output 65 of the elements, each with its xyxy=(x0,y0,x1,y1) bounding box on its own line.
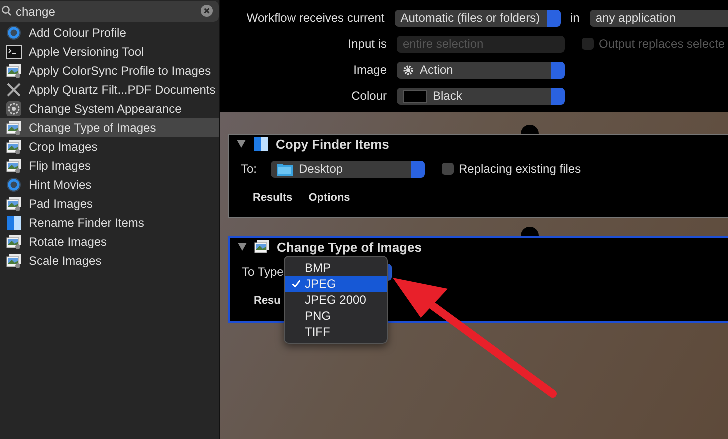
library-item[interactable]: Change Type of Images xyxy=(0,118,219,137)
library-item[interactable]: Crop Images xyxy=(0,137,219,156)
menu-option[interactable]: TIFF xyxy=(285,324,387,340)
action-tab[interactable]: Resu xyxy=(254,295,281,307)
colour-dropdown[interactable]: Black xyxy=(397,88,565,104)
library-item[interactable]: Add Colour Profile xyxy=(0,23,219,42)
menu-option[interactable]: JPEG 2000 xyxy=(285,292,387,308)
action-title: Change Type of Images xyxy=(277,240,422,254)
application-dropdown[interactable]: any application xyxy=(590,10,728,26)
menu-option[interactable]: BMP xyxy=(285,260,387,276)
disclosure-triangle-icon[interactable] xyxy=(237,140,246,148)
image-icon xyxy=(6,196,22,212)
search-icon xyxy=(2,5,12,17)
library-item[interactable]: Rename Finder Items xyxy=(0,213,219,232)
library-item[interactable]: Pad Images xyxy=(0,194,219,213)
library-item[interactable]: Change System Appearance xyxy=(0,99,219,118)
field-label: To: xyxy=(241,162,258,176)
field-label: Colour xyxy=(350,89,388,103)
search-field[interactable]: change xyxy=(0,1,219,22)
image-icon xyxy=(6,252,22,268)
image-icon xyxy=(6,138,22,154)
library-item[interactable]: Scale Images xyxy=(0,251,219,270)
connector-notch xyxy=(521,227,539,236)
gear-icon xyxy=(403,64,414,76)
image-icon xyxy=(6,120,22,136)
library-item[interactable]: Apply Quartz Filt...PDF Documents xyxy=(0,80,219,99)
clear-icon[interactable] xyxy=(201,5,213,17)
action-title: Copy Finder Items xyxy=(276,138,390,150)
menu-option[interactable]: PNG xyxy=(285,308,387,324)
gear-icon xyxy=(6,100,22,116)
disclosure-triangle-icon[interactable] xyxy=(238,243,247,251)
two-tone-square-icon xyxy=(253,136,269,152)
library-item[interactable]: Apple Versioning Tool xyxy=(0,42,219,61)
image-icon xyxy=(6,158,22,174)
library-item[interactable]: Apply ColorSync Profile to Images xyxy=(0,61,219,80)
destination-dropdown[interactable]: Desktop xyxy=(271,160,426,178)
action-card[interactable]: Copy Finder Items To: Desktop Replacing existing files Results Options xyxy=(228,134,728,218)
checkbox-label: Output replaces selecte xyxy=(599,37,726,51)
check-icon xyxy=(292,280,301,288)
checkbox-label: Replacing existing files xyxy=(459,162,582,176)
terminal-icon xyxy=(6,44,22,58)
menu-option[interactable]: JPEG xyxy=(285,276,387,292)
action-tab[interactable]: Options xyxy=(308,192,350,204)
library-item[interactable]: Hint Movies xyxy=(0,175,219,194)
two-tone-square-icon xyxy=(6,214,22,230)
folder-icon xyxy=(277,162,294,176)
input-type-dropdown[interactable]: Automatic (files or folders) xyxy=(394,10,560,26)
colour-swatch xyxy=(403,90,427,102)
field-label: Image xyxy=(352,63,388,77)
disc-icon xyxy=(6,176,22,192)
cross-icon xyxy=(6,82,22,98)
image-icon xyxy=(6,234,22,250)
field-label: To Type xyxy=(242,265,284,279)
field-label: Workflow receives current xyxy=(246,11,386,25)
library-item[interactable]: Rotate Images xyxy=(0,232,219,251)
checkbox[interactable] xyxy=(442,163,454,175)
image-dropdown[interactable]: Action xyxy=(397,62,565,78)
image-icon xyxy=(254,239,270,255)
connector-notch xyxy=(521,125,539,134)
action-tab[interactable]: Results xyxy=(253,192,293,204)
disc-icon xyxy=(6,24,22,40)
image-icon xyxy=(6,62,22,78)
field-label: Input is xyxy=(347,37,388,51)
field-label: in xyxy=(570,11,580,25)
library-item[interactable]: Flip Images xyxy=(0,156,219,175)
